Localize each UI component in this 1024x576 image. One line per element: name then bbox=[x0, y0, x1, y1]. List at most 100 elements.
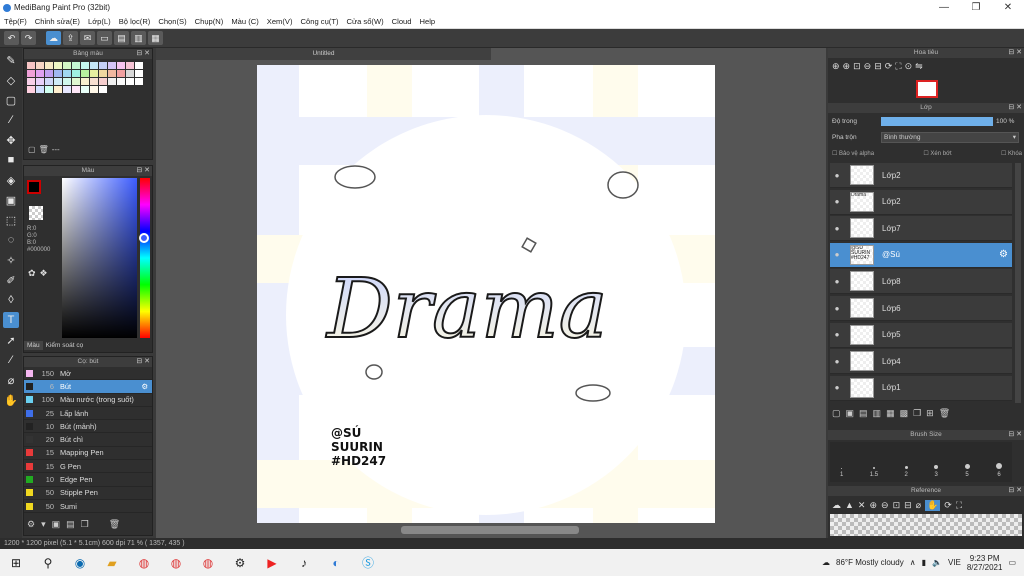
network-icon[interactable]: ▮ bbox=[922, 558, 926, 567]
visibility-icon[interactable]: ● bbox=[830, 330, 844, 339]
palette-swatch[interactable] bbox=[54, 62, 62, 69]
palette-swatch[interactable] bbox=[117, 62, 125, 69]
brush-copy-icon[interactable]: ▣ bbox=[52, 519, 61, 530]
tab-brush-control[interactable]: Kiểm soát cọ bbox=[43, 341, 87, 350]
weather-icon[interactable]: ☁ bbox=[822, 558, 830, 567]
select-tool-icon[interactable]: ⬚ bbox=[3, 212, 19, 228]
ref-cloud-icon[interactable]: ☁ bbox=[832, 500, 841, 511]
brush-item[interactable]: 10 Bút (mảnh) bbox=[24, 420, 152, 434]
move-tool-icon[interactable]: ✥ bbox=[3, 132, 19, 148]
alpha-protect-checkbox[interactable]: ☐ Bảo vệ alpha bbox=[832, 150, 874, 157]
palette-swatch[interactable] bbox=[81, 62, 89, 69]
layer-row[interactable]: ● Lớp5 bbox=[830, 322, 1012, 348]
eyedropper-icon[interactable]: ⌀ bbox=[3, 372, 19, 388]
layer-row[interactable]: ● Lớp4 bbox=[830, 349, 1012, 375]
chat-icon[interactable]: ▭ bbox=[97, 31, 112, 45]
undo-icon[interactable]: ↶ bbox=[4, 31, 19, 45]
ref-screen-icon[interactable]: ⛶ bbox=[956, 500, 962, 511]
opacity-slider[interactable] bbox=[881, 117, 993, 126]
menu-filter[interactable]: Bộ lọc(R) bbox=[115, 17, 155, 26]
palette-swatch[interactable] bbox=[63, 62, 71, 69]
fill-shape-icon[interactable]: ■ bbox=[3, 152, 19, 168]
menu-window[interactable]: Cửa sổ(W) bbox=[343, 17, 388, 26]
palette-swatch[interactable] bbox=[36, 86, 44, 93]
brush-size-option[interactable]: 3 bbox=[934, 465, 939, 478]
navigator-preview[interactable] bbox=[916, 80, 938, 98]
color-wheel-icon[interactable]: ✿ bbox=[28, 268, 36, 279]
menu-color[interactable]: Màu (C) bbox=[227, 17, 262, 26]
palette-swatch[interactable] bbox=[27, 78, 35, 85]
ref-actual-icon[interactable]: ⊟ bbox=[904, 500, 912, 511]
palette-swatch[interactable] bbox=[72, 78, 80, 85]
settings-icon[interactable]: ⚙ bbox=[228, 551, 252, 575]
palette-swatch[interactable] bbox=[99, 62, 107, 69]
brush-size-option[interactable]: 1.5 bbox=[870, 467, 878, 478]
merge-layer-icon[interactable]: ⊞ bbox=[926, 408, 934, 419]
menu-snap[interactable]: Chụp(N) bbox=[191, 17, 228, 26]
layer-row[interactable]: ● Lớp2 bbox=[830, 163, 1012, 188]
new-halftone-icon[interactable]: ▤ bbox=[859, 408, 868, 419]
panel-close-icon[interactable]: ⊟ ✕ bbox=[136, 357, 150, 367]
add-brush-icon[interactable]: ⚙ bbox=[27, 519, 35, 530]
weather-text[interactable]: 86°F Mostly cloudy bbox=[836, 558, 904, 567]
brush-item[interactable]: 10 Edge Pen bbox=[24, 473, 152, 487]
operation-tool-icon[interactable]: ➚ bbox=[3, 332, 19, 348]
rotate-icon[interactable]: ⟳ bbox=[885, 61, 893, 72]
layer-row[interactable]: ● Lớp1 bbox=[830, 375, 1012, 401]
layer-row[interactable]: ● Drama Lớp2 bbox=[830, 189, 1012, 215]
palette-swatch[interactable] bbox=[72, 62, 80, 69]
menu-edit[interactable]: Chỉnh sửa(E) bbox=[31, 17, 84, 26]
brush-size-list[interactable]: 1 1.5 2 3 5 6 bbox=[830, 442, 1012, 482]
windows-start-icon[interactable]: ⊞ bbox=[4, 551, 28, 575]
menu-help[interactable]: Help bbox=[416, 17, 440, 26]
visibility-icon[interactable]: ● bbox=[830, 304, 844, 313]
palette-swatch[interactable] bbox=[90, 78, 98, 85]
palette-swatch[interactable] bbox=[81, 78, 89, 85]
youtube-icon[interactable]: ▶ bbox=[260, 551, 284, 575]
chrome-icon[interactable]: ◍ bbox=[132, 551, 156, 575]
brush-size-option[interactable]: 6 bbox=[995, 463, 1002, 478]
brush-item[interactable]: 100 Màu nước (trong suốt) bbox=[24, 394, 152, 407]
hand-tool-icon[interactable]: ✋ bbox=[3, 392, 19, 408]
brush-settings-icon[interactable]: ⚙ bbox=[141, 382, 148, 391]
palette-swatch[interactable] bbox=[99, 78, 107, 85]
brush-size-option[interactable]: 5 bbox=[964, 464, 970, 478]
brush-item[interactable]: 150 Mờ bbox=[24, 367, 152, 381]
palette-swatch[interactable] bbox=[27, 70, 35, 77]
layer-row[interactable]: ● Lớp8 bbox=[830, 269, 1012, 295]
ref-fit-icon[interactable]: ⊡ bbox=[893, 500, 901, 511]
ref-rotate-icon[interactable]: ⟳ bbox=[944, 500, 952, 511]
zoom-in-alt-icon[interactable]: ⊕ bbox=[843, 61, 851, 72]
chrome-alt-icon[interactable]: ◍ bbox=[196, 551, 220, 575]
ref-picker-icon[interactable]: ⌀ bbox=[916, 500, 921, 511]
zoom-out-icon[interactable]: ⊖ bbox=[864, 61, 872, 72]
ref-open-icon[interactable]: ▲ bbox=[845, 500, 854, 511]
tab-color[interactable]: Màu bbox=[24, 341, 43, 350]
palette-swatch[interactable] bbox=[45, 70, 53, 77]
palette-swatch[interactable] bbox=[27, 62, 35, 69]
visibility-icon[interactable]: ● bbox=[830, 197, 844, 206]
lang-indicator[interactable]: VIE bbox=[948, 558, 961, 567]
foreground-color-swatch[interactable] bbox=[27, 180, 41, 194]
color-palette-icon[interactable]: ❖ bbox=[40, 268, 48, 279]
dell-icon[interactable]: ◉ bbox=[68, 551, 92, 575]
palette-swatch[interactable] bbox=[45, 86, 53, 93]
background-color-swatch[interactable] bbox=[29, 206, 43, 220]
visibility-icon[interactable]: ● bbox=[830, 171, 844, 180]
tiktok-icon[interactable]: ♪ bbox=[292, 551, 316, 575]
minimize-icon[interactable]: — bbox=[928, 2, 960, 13]
menu-select[interactable]: Chọn(S) bbox=[154, 17, 190, 26]
magic-wand-icon[interactable]: ✧ bbox=[3, 252, 19, 268]
brush-size-option[interactable]: 2 bbox=[904, 466, 908, 478]
palette-swatch[interactable] bbox=[126, 62, 134, 69]
delete-layer-icon[interactable]: 🗑 bbox=[939, 408, 950, 419]
clipping-checkbox[interactable]: ☐ Xén bớt bbox=[923, 150, 951, 157]
brush-export-icon[interactable]: ▤ bbox=[66, 519, 75, 530]
brush-menu-icon[interactable]: ▾ bbox=[41, 519, 46, 530]
palette-swatch[interactable] bbox=[126, 70, 134, 77]
layer-row[interactable]: ● Lớp7 bbox=[830, 216, 1012, 242]
fullscreen-icon[interactable]: ⛶ bbox=[895, 61, 901, 72]
menu-layer[interactable]: Lớp(L) bbox=[84, 17, 115, 26]
palette-swatch[interactable] bbox=[81, 70, 89, 77]
palette-swatch[interactable] bbox=[45, 78, 53, 85]
